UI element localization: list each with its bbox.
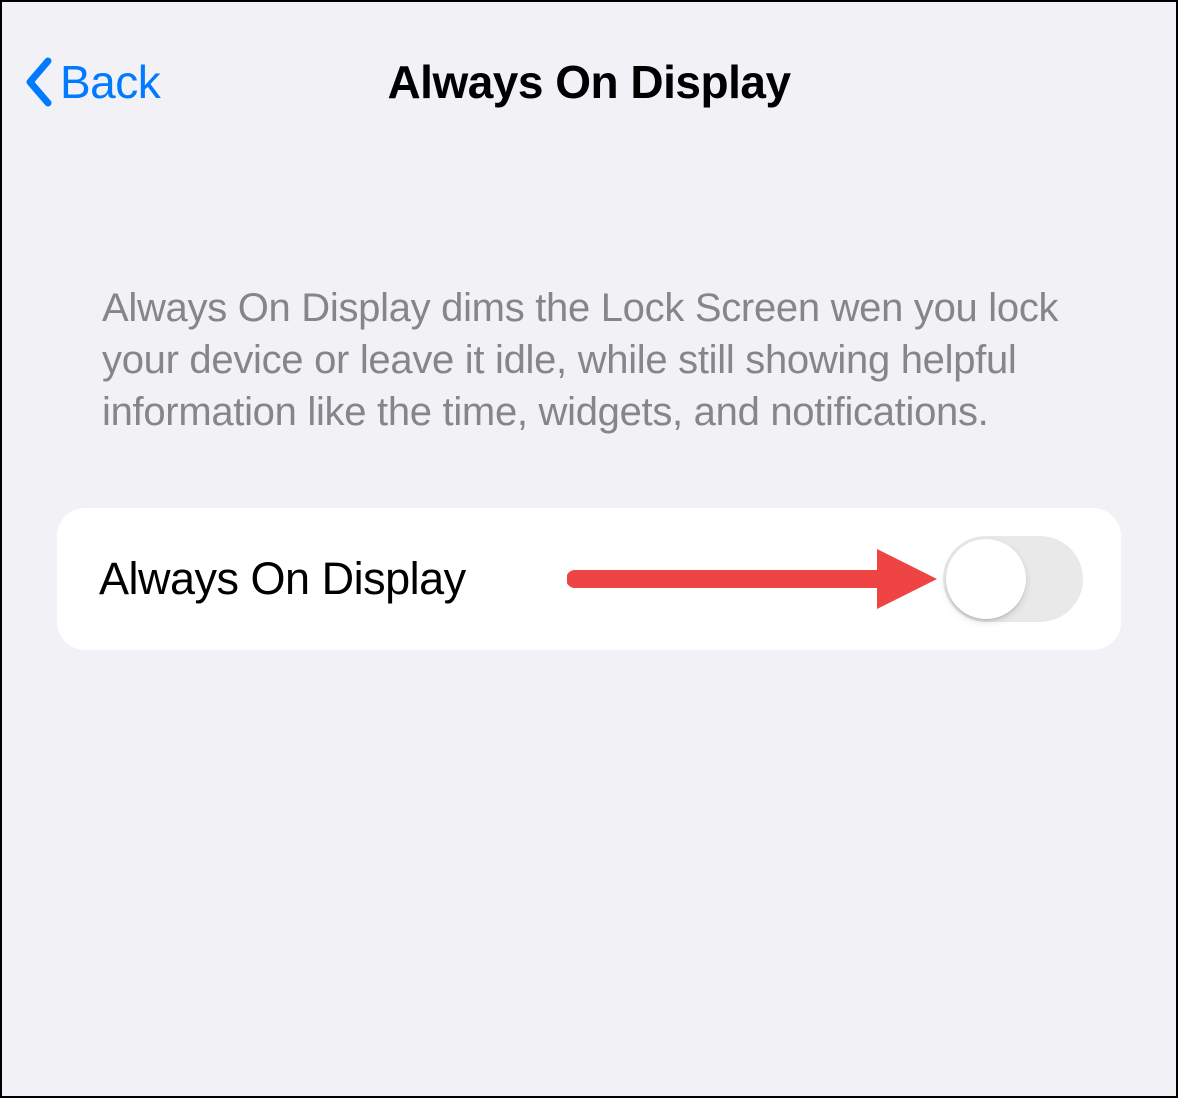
back-button[interactable]: Back bbox=[24, 55, 160, 109]
nav-bar: Back Always On Display bbox=[2, 2, 1176, 122]
row-label: Always On Display bbox=[99, 553, 466, 605]
annotation-arrow-icon bbox=[567, 539, 947, 619]
page-title: Always On Display bbox=[387, 55, 790, 109]
chevron-left-icon bbox=[24, 57, 54, 107]
always-on-display-toggle[interactable] bbox=[943, 536, 1083, 622]
always-on-display-row: Always On Display bbox=[57, 508, 1121, 650]
back-label: Back bbox=[60, 55, 160, 109]
setting-description: Always On Display dims the Lock Screen w… bbox=[2, 122, 1176, 438]
toggle-knob bbox=[946, 539, 1026, 619]
